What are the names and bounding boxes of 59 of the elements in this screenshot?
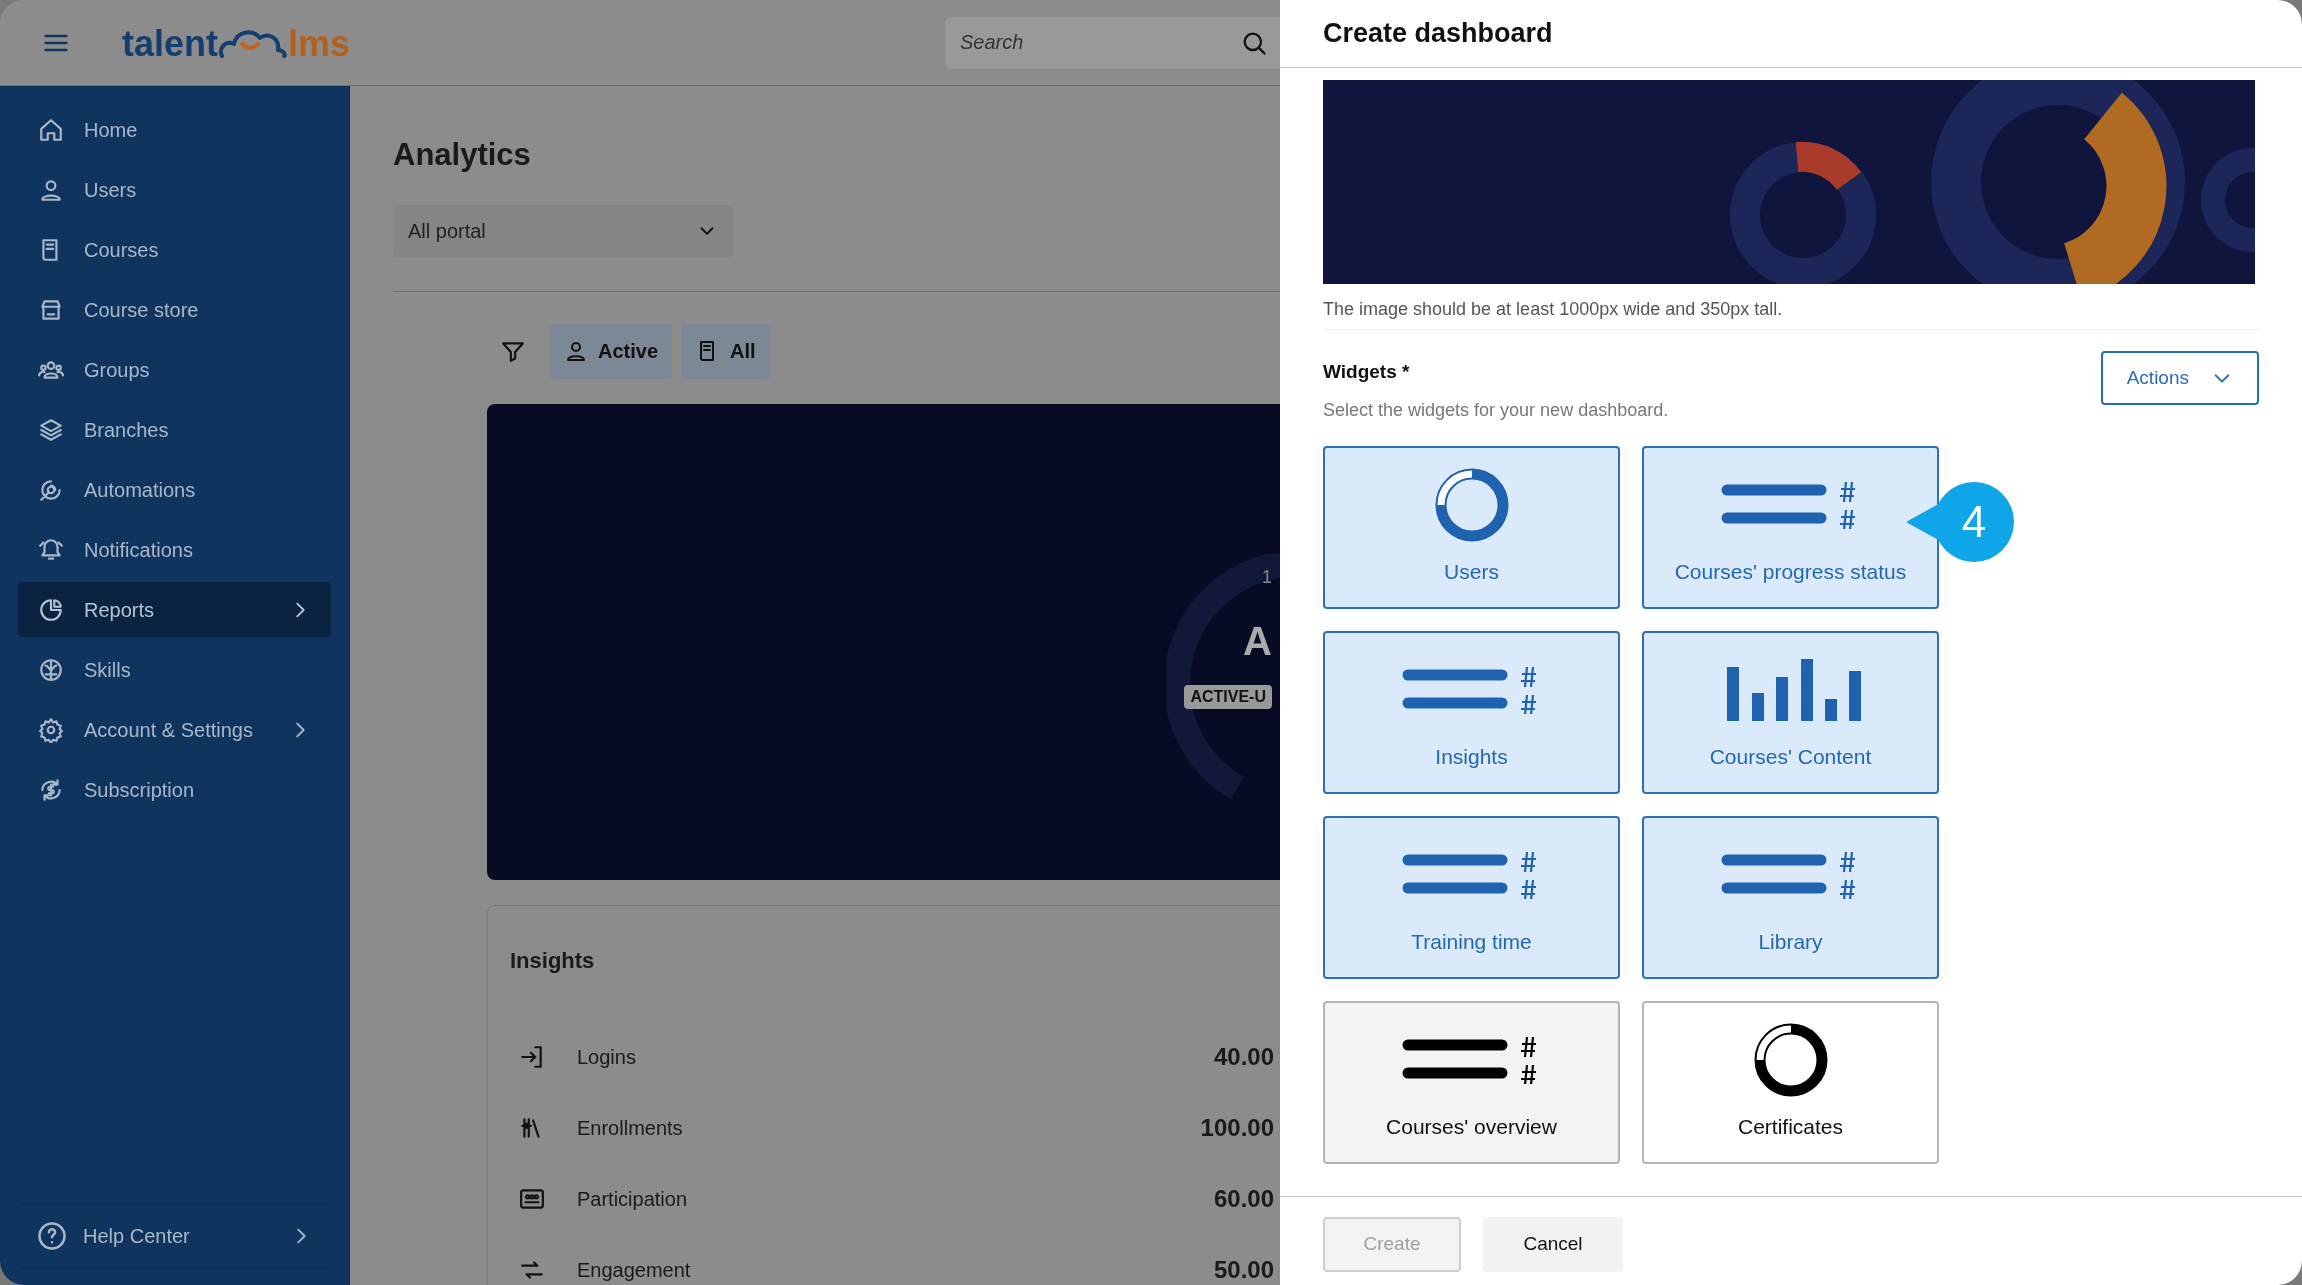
insight-label: Logins (577, 1045, 636, 1070)
pie-chart-icon (38, 596, 64, 623)
sidebar-item[interactable]: Reports (18, 582, 331, 637)
sidebar-item[interactable]: Notifications (18, 522, 331, 577)
insight-value: 40.00 (1213, 1042, 1274, 1072)
widget-tile[interactable]: Library (1642, 815, 1939, 979)
settings-icon (38, 716, 64, 743)
widget-tile[interactable]: Certificates (1642, 1000, 1939, 1164)
card-title: Insights (510, 946, 595, 975)
insight-value: 60.00 (1213, 1184, 1274, 1214)
bell-icon (38, 536, 64, 563)
help-center-link[interactable]: Help Center (18, 1203, 331, 1269)
sidebar-item[interactable]: Users (18, 162, 331, 217)
sidebar-item[interactable]: Groups (18, 342, 331, 397)
sidebar-item[interactable]: Skills (18, 642, 331, 697)
sidebar-item[interactable]: Course store (18, 282, 331, 337)
donut-chart-icon (1433, 467, 1510, 544)
hero-heading: A (1243, 617, 1272, 665)
sidebar-item[interactable]: Subscription (18, 762, 331, 817)
portal-select[interactable]: All portal (393, 204, 733, 257)
hero-number: 1 (1262, 565, 1272, 589)
layers-icon (38, 416, 64, 443)
sidebar-item[interactable]: Courses (18, 222, 331, 277)
insight-value: 50.00 (1213, 1255, 1274, 1285)
actions-dropdown[interactable]: Actions (2100, 351, 2259, 405)
donut-chart-icon (1752, 1022, 1829, 1099)
sidebar-item[interactable]: Automations (18, 462, 331, 517)
people-board-icon (519, 1186, 545, 1212)
logo-text: lms (288, 25, 351, 62)
search-field[interactable]: Search (945, 16, 1280, 69)
page-title: Analytics (393, 136, 531, 174)
refresh-dollar-icon (38, 776, 64, 803)
filter-chip[interactable]: Active (550, 323, 673, 379)
insight-label: Engagement (577, 1258, 691, 1283)
logo-text: talent (122, 25, 218, 62)
panel-title: Create dashboard (1323, 17, 1553, 51)
cancel-button[interactable]: Cancel (1483, 1216, 1623, 1272)
help-icon (37, 1221, 67, 1251)
image-hint: The image should be at least 1000px wide and 350px tall. (1323, 296, 2259, 330)
widget-tile[interactable]: Users (1323, 445, 1620, 609)
sidebar-item[interactable]: Account & Settings (18, 702, 331, 757)
insight-label: Enrollments (577, 1116, 683, 1141)
insight-label: Participation (577, 1187, 688, 1212)
widget-tile[interactable]: Training time (1323, 815, 1620, 979)
status-badge: ACTIVE-U (1184, 684, 1272, 709)
sidebar-item[interactable]: Branches (18, 402, 331, 457)
widget-tile[interactable]: Insights (1323, 630, 1620, 794)
widget-tile[interactable]: Courses' progress status (1642, 445, 1939, 609)
brain-icon (38, 656, 64, 683)
login-icon (519, 1044, 545, 1070)
widget-tile[interactable]: Courses' Content (1642, 630, 1939, 794)
home-icon (38, 116, 64, 143)
user-icon (564, 339, 588, 363)
widget-tile[interactable]: Courses' overview (1323, 1000, 1620, 1164)
sidebar-item[interactable]: Home (18, 102, 331, 157)
section-help: Select the widgets for your new dashboard. (1323, 398, 1669, 422)
filter-chip[interactable]: All (682, 323, 770, 379)
insight-value: 100.00 (1200, 1113, 1274, 1143)
section-label: Widgets * (1323, 360, 1410, 384)
